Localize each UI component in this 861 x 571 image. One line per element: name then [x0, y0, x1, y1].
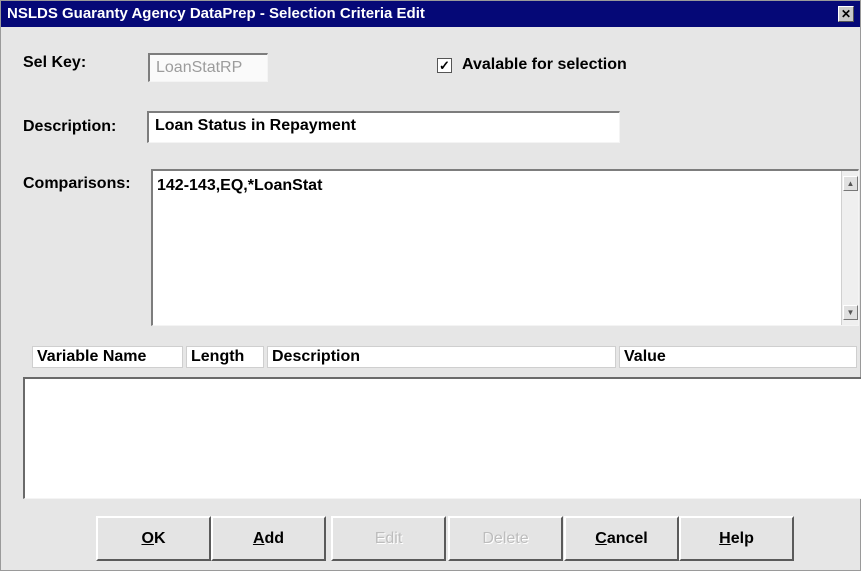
scroll-down-arrow-icon[interactable]: ▼	[843, 305, 858, 320]
ok-label-rest: K	[153, 530, 166, 547]
scroll-up-arrow-icon[interactable]: ▲	[843, 176, 858, 191]
column-header-description[interactable]: Description	[267, 346, 616, 368]
delete-button[interactable]: Delete	[448, 516, 563, 561]
available-label[interactable]: Avalable for selection	[462, 56, 627, 74]
help-accelerator: H	[719, 530, 731, 547]
ok-accelerator: O	[141, 530, 154, 547]
window-title: NSLDS Guaranty Agency DataPrep - Selecti…	[7, 5, 425, 22]
cancel-label-rest: ancel	[606, 530, 648, 547]
dialog-window: NSLDS Guaranty Agency DataPrep - Selecti…	[0, 0, 861, 571]
help-label-rest: elp	[730, 530, 754, 547]
column-header-value[interactable]: Value	[619, 346, 857, 368]
comparisons-label: Comparisons:	[23, 175, 131, 192]
column-header-length[interactable]: Length	[186, 346, 264, 368]
available-checkbox[interactable]: ✓	[437, 58, 452, 73]
comparisons-textarea[interactable]: 142-143,EQ,*LoanStat ▲ ▼	[151, 169, 859, 326]
description-label: Description:	[23, 118, 117, 135]
column-header-variable-name[interactable]: Variable Name	[32, 346, 183, 368]
edit-button[interactable]: Edit	[331, 516, 446, 561]
help-button[interactable]: Help	[679, 516, 794, 561]
close-icon[interactable]: ✕	[838, 6, 854, 22]
add-accelerator: A	[252, 530, 265, 547]
comparisons-scrollbar[interactable]: ▲ ▼	[841, 171, 858, 325]
cancel-button[interactable]: Cancel	[564, 516, 679, 561]
sel-key-field: LoanStatRP	[148, 53, 268, 82]
add-label-rest: dd	[264, 530, 285, 547]
description-field[interactable]: Loan Status in Repayment	[147, 111, 620, 143]
ok-button[interactable]: OK	[96, 516, 211, 561]
checkmark-icon: ✓	[439, 58, 450, 73]
variables-list[interactable]	[23, 377, 861, 499]
cancel-accelerator: C	[595, 530, 607, 547]
comparisons-text: 142-143,EQ,*LoanStat	[157, 177, 323, 194]
sel-key-label: Sel Key:	[23, 54, 87, 71]
add-button[interactable]: Add	[211, 516, 326, 561]
title-bar[interactable]: NSLDS Guaranty Agency DataPrep - Selecti…	[1, 1, 860, 27]
